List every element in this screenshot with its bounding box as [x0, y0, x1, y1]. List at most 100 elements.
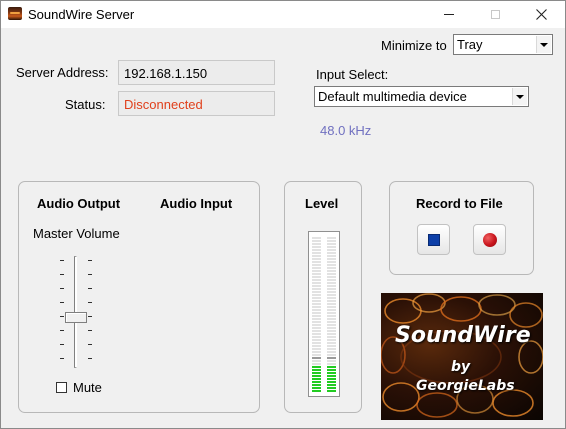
- volume-tick: [60, 260, 64, 261]
- level-segment: [312, 276, 321, 278]
- level-segment: [327, 312, 336, 314]
- mute-label[interactable]: Mute: [73, 380, 102, 395]
- level-bar-right: [327, 235, 336, 393]
- level-segment: [327, 309, 336, 311]
- volume-slider-thumb[interactable]: [65, 311, 87, 323]
- level-segment: [312, 303, 321, 305]
- level-segment: [327, 330, 336, 332]
- level-segment: [327, 351, 336, 353]
- volume-tick: [60, 288, 64, 289]
- mute-checkbox[interactable]: [56, 382, 67, 393]
- record-to-file-label: Record to File: [416, 196, 503, 211]
- level-segment: [312, 261, 321, 263]
- soundwire-window: SoundWire Server Minimize to Tray Server…: [0, 0, 566, 429]
- level-segment: [312, 366, 321, 368]
- volume-tick: [88, 358, 92, 359]
- level-segment: [312, 264, 321, 266]
- level-segment: [312, 291, 321, 293]
- level-segment: [327, 366, 336, 368]
- audio-group: [18, 181, 260, 413]
- level-segment: [312, 282, 321, 284]
- level-segment: [327, 303, 336, 305]
- level-segment: [327, 291, 336, 293]
- level-segment: [312, 252, 321, 254]
- stop-icon: [427, 233, 440, 246]
- volume-tick: [60, 302, 64, 303]
- input-select-label: Input Select:: [316, 67, 389, 82]
- logo-company: GeorgieLabs: [416, 378, 515, 394]
- minimize-to-select[interactable]: Tray: [453, 34, 553, 55]
- level-segment: [327, 243, 336, 245]
- level-segment: [312, 294, 321, 296]
- level-segment: [327, 282, 336, 284]
- level-segment: [327, 342, 336, 344]
- level-segment: [312, 363, 321, 365]
- level-segment: [312, 390, 321, 392]
- level-segment: [312, 279, 321, 281]
- close-button[interactable]: [518, 1, 564, 28]
- level-segment: [327, 306, 336, 308]
- chevron-down-icon[interactable]: [512, 88, 527, 105]
- level-bar-left: [312, 235, 321, 393]
- level-segment: [327, 375, 336, 377]
- status-field: Disconnected: [118, 91, 275, 116]
- level-segment: [312, 309, 321, 311]
- level-segment: [312, 351, 321, 353]
- level-segment: [312, 315, 321, 317]
- level-segment: [327, 249, 336, 251]
- logo-title: SoundWire: [395, 323, 531, 348]
- level-segment: [327, 267, 336, 269]
- level-segment: [312, 267, 321, 269]
- record-icon: [482, 232, 497, 247]
- minimize-button[interactable]: [426, 1, 472, 28]
- level-segment: [312, 288, 321, 290]
- level-segment: [327, 372, 336, 374]
- level-segment: [327, 258, 336, 260]
- level-segment: [312, 381, 321, 383]
- volume-tick: [60, 274, 64, 275]
- level-segment: [327, 252, 336, 254]
- app-icon: [8, 7, 22, 20]
- level-segment: [312, 321, 321, 323]
- level-segment: [312, 300, 321, 302]
- stop-button[interactable]: [417, 224, 450, 255]
- level-segment: [327, 378, 336, 380]
- title-bar[interactable]: SoundWire Server: [1, 1, 565, 28]
- volume-tick: [88, 260, 92, 261]
- level-segment: [312, 249, 321, 251]
- input-device-select[interactable]: Default multimedia device: [314, 86, 529, 107]
- level-meter: [308, 231, 340, 397]
- level-segment: [327, 285, 336, 287]
- maximize-button[interactable]: [472, 1, 518, 28]
- level-segment: [312, 387, 321, 389]
- level-segment: [312, 243, 321, 245]
- level-segment: [327, 237, 336, 239]
- tab-audio-output[interactable]: Audio Output: [37, 196, 120, 211]
- level-segment: [327, 294, 336, 296]
- level-segment: [327, 381, 336, 383]
- level-segment: [312, 318, 321, 320]
- logo-by: by: [451, 359, 471, 375]
- level-segment: [327, 327, 336, 329]
- close-icon: [535, 9, 547, 20]
- level-segment: [327, 315, 336, 317]
- level-segment: [312, 246, 321, 248]
- server-address-label: Server Address:: [16, 65, 109, 80]
- volume-tick: [60, 358, 64, 359]
- volume-tick: [88, 288, 92, 289]
- level-segment: [312, 384, 321, 386]
- level-peak-marker: [312, 357, 321, 359]
- record-button[interactable]: [473, 224, 506, 255]
- chevron-down-icon[interactable]: [536, 36, 551, 53]
- level-segment: [327, 345, 336, 347]
- tab-audio-input[interactable]: Audio Input: [160, 196, 232, 211]
- level-segment: [327, 324, 336, 326]
- level-segment: [327, 261, 336, 263]
- level-segment: [327, 300, 336, 302]
- level-segment: [327, 240, 336, 242]
- level-label: Level: [305, 196, 339, 211]
- soundwire-logo: SoundWire by GeorgieLabs: [381, 293, 543, 420]
- minimize-icon: [444, 14, 454, 15]
- volume-tick: [60, 316, 64, 317]
- level-segment: [327, 264, 336, 266]
